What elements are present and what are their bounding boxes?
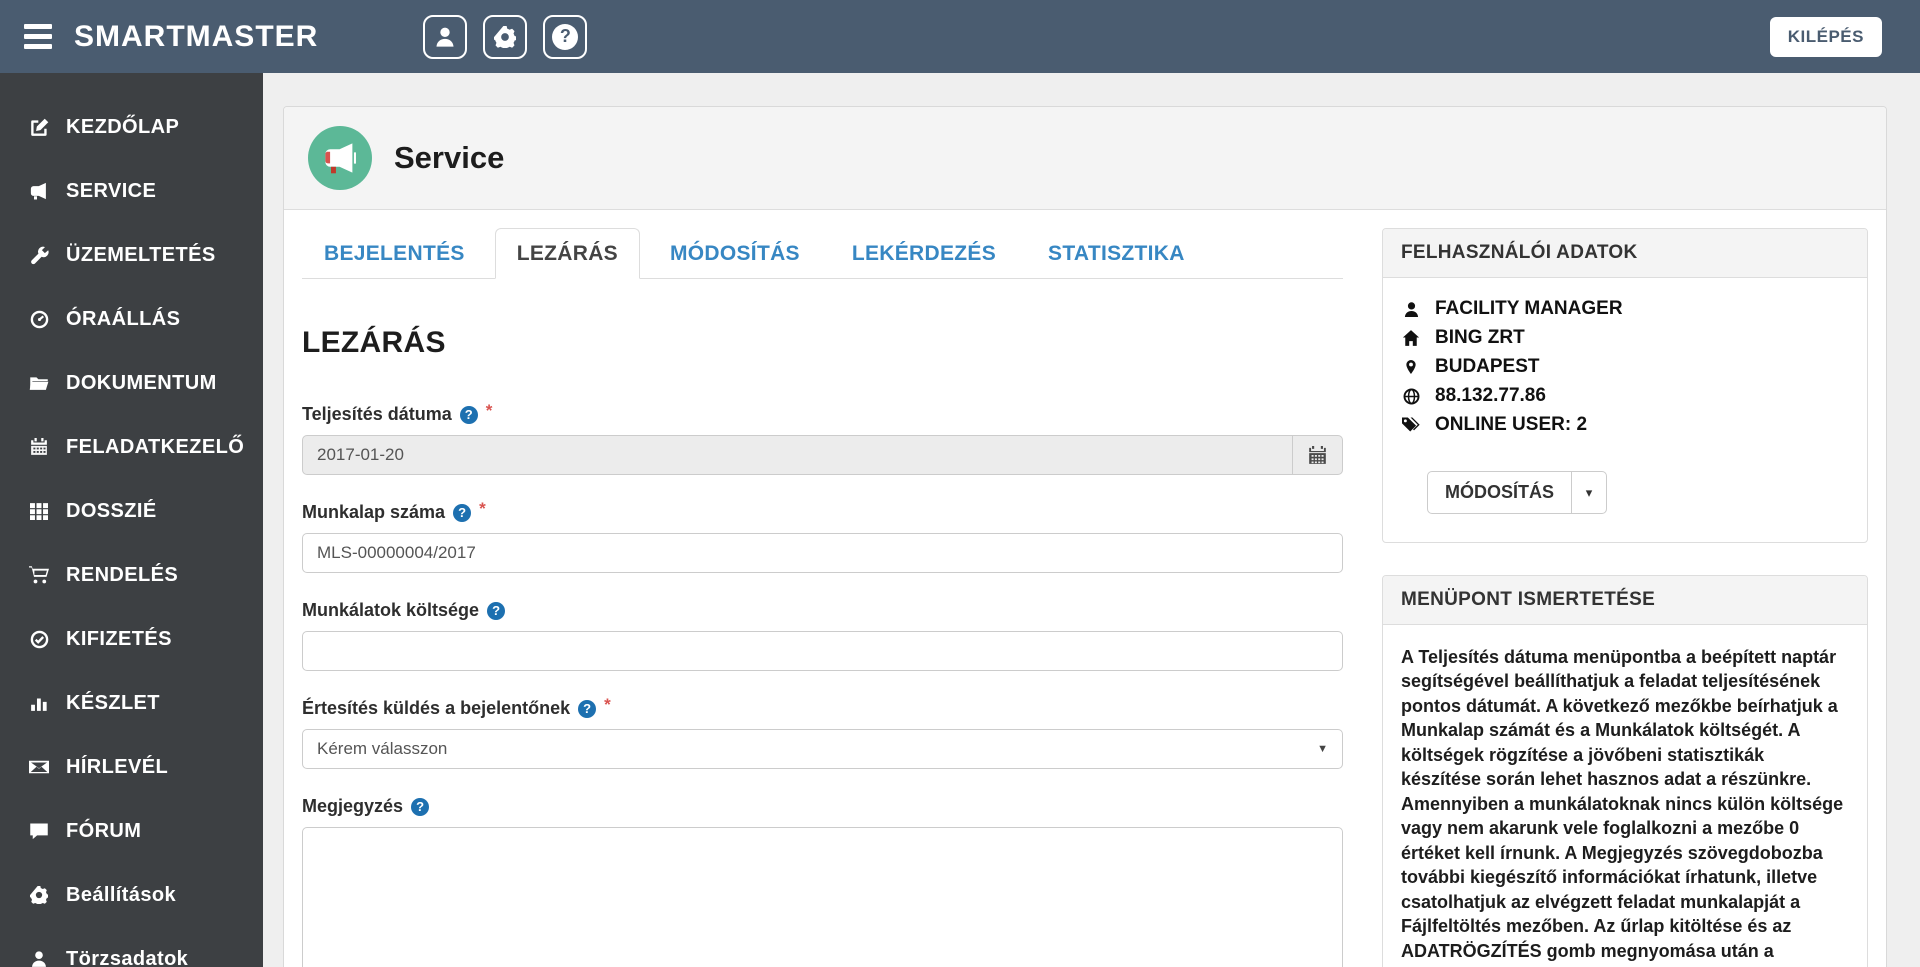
- bar-chart-icon: [26, 694, 52, 712]
- main-content: Service BEJELENTÉS LEZÁRÁS MÓDOSÍTÁS LEK…: [263, 73, 1920, 967]
- sidebar-item-dokumentum[interactable]: DOKUMENTUM: [0, 351, 263, 415]
- required-marker: *: [485, 400, 493, 420]
- sidebar-item-kezdolap[interactable]: KEZDŐLAP: [0, 95, 263, 159]
- help-icon[interactable]: ?: [487, 601, 506, 620]
- sidebar-item-oraallas[interactable]: ÓRAÁLLÁS: [0, 287, 263, 351]
- field-worksheet-number: Munkalap száma ? *: [302, 498, 1343, 573]
- chevron-down-icon[interactable]: ▾: [1572, 472, 1606, 513]
- check-circle-icon: [26, 630, 52, 649]
- tab-lezaras[interactable]: LEZÁRÁS: [494, 228, 640, 279]
- completion-date-input[interactable]: [302, 435, 1293, 475]
- tags-icon: [1401, 416, 1421, 434]
- envelope-icon: [26, 757, 52, 777]
- sidebar-item-torzsadatok[interactable]: Törzsadatok: [0, 927, 263, 967]
- user-data-panel-title: FELHASZNÁLÓI ADATOK: [1383, 229, 1867, 278]
- field-comment: Megjegyzés ?: [302, 796, 1343, 967]
- comment-textarea[interactable]: [302, 827, 1343, 967]
- question-icon: ?: [552, 23, 579, 50]
- comment-icon: [26, 821, 52, 841]
- tab-lekerdezes[interactable]: LEKÉRDEZÉS: [830, 228, 1018, 279]
- user-row-role: FACILITY MANAGER: [1401, 298, 1849, 320]
- grid-icon: [26, 502, 52, 520]
- menu-description-title: MENÜPONT ISMERTETÉSE: [1383, 576, 1867, 625]
- field-label: Megjegyzés: [302, 796, 404, 816]
- calendar-icon: [26, 438, 52, 456]
- user-icon: [26, 950, 52, 967]
- gauge-icon: [26, 310, 52, 329]
- user-row-ip: 88.132.77.86: [1401, 385, 1849, 407]
- sidebar-item-beallitasok[interactable]: Beállítások: [0, 863, 263, 927]
- sidebar-item-feladatkezelo[interactable]: FELADATKEZELŐ: [0, 415, 263, 479]
- user-row-online: ONLINE USER: 2: [1401, 414, 1849, 436]
- page-title: Service: [394, 140, 505, 175]
- sidebar-item-service[interactable]: SERVICE: [0, 159, 263, 223]
- profile-button[interactable]: [423, 14, 468, 59]
- calendar-button[interactable]: [1293, 435, 1343, 475]
- sidebar-item-rendeles[interactable]: RENDELÉS: [0, 543, 263, 607]
- user-icon: [434, 26, 456, 48]
- work-cost-input[interactable]: [302, 631, 1343, 671]
- home-icon: [1401, 329, 1421, 347]
- help-icon[interactable]: ?: [411, 797, 430, 816]
- tab-bejelentes[interactable]: BEJELENTÉS: [302, 228, 487, 279]
- user-row-city: BUDAPEST: [1401, 356, 1849, 378]
- help-icon[interactable]: ?: [453, 503, 472, 522]
- sidebar-item-hirlevel[interactable]: HÍRLEVÉL: [0, 735, 263, 799]
- tab-modositas[interactable]: MÓDOSÍTÁS: [648, 228, 822, 279]
- worksheet-number-input[interactable]: [302, 533, 1343, 573]
- notify-select[interactable]: Kérem válasszon ▼: [302, 729, 1343, 769]
- required-marker: *: [604, 694, 611, 714]
- chevron-down-icon: ▼: [1317, 743, 1328, 755]
- megaphone-icon: [26, 181, 52, 201]
- sidebar-item-uzemeltetes[interactable]: ÜZEMELTETÉS: [0, 223, 263, 287]
- help-icon[interactable]: ?: [459, 405, 478, 424]
- field-label: Teljesítés dátuma: [302, 404, 452, 424]
- help-button[interactable]: ?: [543, 14, 588, 59]
- field-label: Munkálatok költsége: [302, 600, 480, 620]
- field-label: Értesítés küldés a bejelentőnek: [302, 698, 571, 718]
- help-icon[interactable]: ?: [578, 699, 597, 718]
- user-icon: [1401, 301, 1421, 318]
- sidebar-item-kifizetes[interactable]: KIFIZETÉS: [0, 607, 263, 671]
- field-notify-reporter: Értesítés küldés a bejelentőnek ? * Kére…: [302, 694, 1343, 769]
- navbar-icon-group: ?: [423, 14, 588, 59]
- field-work-cost: Munkálatok költsége ?: [302, 600, 1343, 671]
- sidebar-item-forum[interactable]: FÓRUM: [0, 799, 263, 863]
- cart-icon: [26, 565, 52, 585]
- settings-button[interactable]: [483, 14, 528, 59]
- form-heading: LEZÁRÁS: [302, 326, 446, 359]
- service-panel: Service BEJELENTÉS LEZÁRÁS MÓDOSÍTÁS LEK…: [283, 106, 1887, 967]
- field-label: Munkalap száma: [302, 502, 446, 522]
- required-marker: *: [479, 498, 486, 518]
- globe-icon: [1401, 388, 1421, 405]
- logout-button[interactable]: KILÉPÉS: [1769, 16, 1882, 57]
- megaphone-icon: [322, 140, 358, 176]
- modify-split-button[interactable]: MÓDOSÍTÁS ▾: [1427, 471, 1608, 514]
- menu-description-panel: MENÜPONT ISMERTETÉSE A Teljesítés dátuma…: [1382, 575, 1868, 967]
- service-avatar: [308, 126, 372, 190]
- service-panel-header: Service: [284, 107, 1886, 210]
- gear-icon: [494, 25, 517, 48]
- menu-description-text: A Teljesítés dátuma menüpontba a beépíte…: [1401, 647, 1844, 967]
- sidebar-item-dosszie[interactable]: DOSSZIÉ: [0, 479, 263, 543]
- top-navbar: SMARTMASTER ? KILÉPÉS: [0, 0, 1920, 73]
- wrench-icon: [26, 246, 52, 265]
- folder-icon: [26, 373, 52, 393]
- gear-icon: [26, 886, 52, 904]
- tab-statisztika[interactable]: STATISZTIKA: [1026, 228, 1207, 279]
- sidebar-item-keszlet[interactable]: KÉSZLET: [0, 671, 263, 735]
- user-data-panel: FELHASZNÁLÓI ADATOK FACILITY MANAGER BIN…: [1382, 228, 1868, 543]
- user-row-company: BING ZRT: [1401, 327, 1849, 349]
- map-marker-icon: [1401, 358, 1421, 376]
- service-tabs: BEJELENTÉS LEZÁRÁS MÓDOSÍTÁS LEKÉRDEZÉS …: [302, 228, 1343, 279]
- hamburger-menu-icon[interactable]: [24, 24, 52, 49]
- calendar-icon: [1308, 445, 1327, 465]
- selected-option: Kérem válasszon: [317, 739, 448, 758]
- app-brand: SMARTMASTER: [74, 19, 319, 53]
- field-completion-date: Teljesítés dátuma ? *: [302, 400, 1343, 475]
- edit-icon: [26, 118, 52, 137]
- modify-button[interactable]: MÓDOSÍTÁS: [1428, 472, 1573, 513]
- sidebar-nav: KEZDŐLAP SERVICE ÜZEMELTETÉS ÓRAÁLLÁS DO…: [0, 73, 263, 967]
